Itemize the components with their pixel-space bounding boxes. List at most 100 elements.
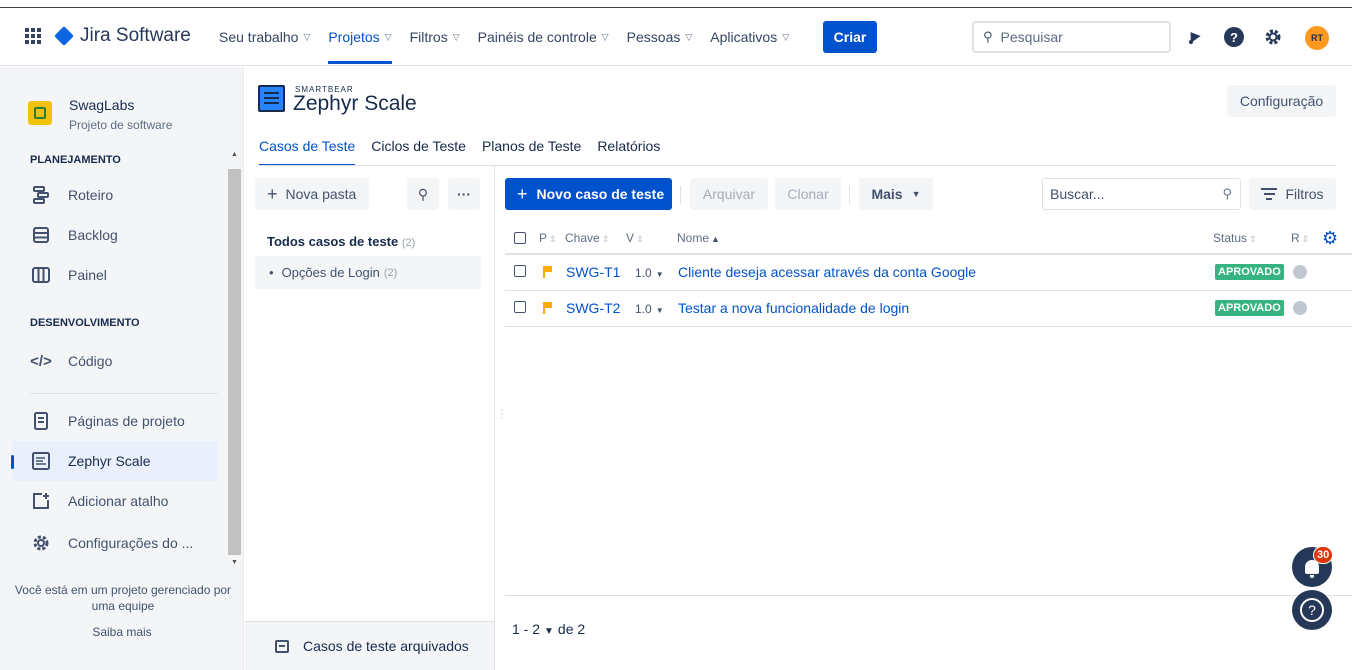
folder-panel: + Nova pasta ⚲ ··· Todos casos de teste … [245, 166, 495, 670]
toolbar-separator [849, 186, 850, 204]
menu-pessoas[interactable]: Pessoas ▽ [627, 8, 693, 66]
project-type: Projeto de software [69, 118, 173, 132]
tab-casos-de-teste[interactable]: Casos de Teste [259, 138, 356, 166]
scroll-down-arrow-icon[interactable]: ▼ [231, 559, 238, 566]
row-key[interactable]: SWG-T1 [566, 264, 620, 280]
roadmap-icon [30, 184, 52, 206]
table-footer-divider [505, 595, 1352, 596]
project-avatar-icon[interactable] [28, 101, 52, 125]
search-placeholder: Pesquisar [1000, 29, 1063, 45]
settings-gear-icon[interactable] [1262, 26, 1284, 48]
plus-icon: + [517, 183, 528, 204]
new-test-case-button[interactable]: + Novo caso de teste [505, 178, 672, 210]
board-icon [30, 264, 52, 286]
folder-item[interactable]: • Opções de Login (2) [255, 256, 481, 289]
folder-root[interactable]: Todos casos de teste (2) [267, 234, 415, 249]
table-row[interactable]: SWG-T1 1.0 ▼ Cliente deseja acessar atrav… [505, 255, 1352, 291]
column-priority[interactable]: P ⇕ [539, 231, 557, 245]
folder-search-button[interactable]: ⚲ [407, 178, 439, 210]
main-menu: Seu trabalho ▽ Projetos ▽ Filtros ▽ Painéis… [219, 8, 807, 66]
menu-aplicativos[interactable]: Aplicativos ▽ [710, 8, 789, 66]
column-name[interactable]: Nome ▲ [677, 231, 720, 245]
sort-icon: ⇕ [1249, 234, 1257, 244]
tab-ciclos-de-teste[interactable]: Ciclos de Teste [371, 138, 466, 166]
new-folder-button[interactable]: + Nova pasta [255, 178, 369, 210]
help-icon[interactable]: ? [1223, 26, 1245, 48]
sidebar-item-label: Roteiro [68, 187, 114, 203]
column-version[interactable]: V ⇕ [626, 231, 644, 245]
chevron-down-icon: ▽ [601, 31, 609, 42]
menu-label: Pessoas [626, 29, 681, 45]
sort-ascending-icon: ▲ [711, 234, 720, 244]
page-range[interactable]: 1 - 2 [512, 621, 540, 637]
jira-logo[interactable]: Jira Software [54, 25, 191, 47]
menu-label: Seu trabalho [219, 29, 299, 45]
folder-root-count: (2) [401, 237, 416, 249]
sidebar-item-label: Adicionar atalho [68, 493, 169, 509]
create-button[interactable]: Criar [823, 21, 877, 53]
panel-resize-handle[interactable]: · · · [500, 405, 504, 424]
test-case-search-input[interactable]: Buscar... ⚲ [1042, 178, 1241, 210]
user-avatar[interactable]: RT [1305, 26, 1329, 50]
menu-filtros[interactable]: Filtros ▽ [410, 8, 460, 66]
column-r[interactable]: R ⇕ [1291, 231, 1309, 245]
tab-relatorios[interactable]: Relatórios [597, 138, 660, 166]
select-all-checkbox[interactable] [514, 232, 526, 244]
row-key[interactable]: SWG-T2 [566, 300, 620, 316]
search-icon: ⚲ [1222, 186, 1232, 201]
page-title: Zephyr Scale [293, 92, 417, 115]
row-name[interactable]: Cliente deseja acessar através da conta … [678, 264, 976, 280]
menu-projetos[interactable]: Projetos ▽ [328, 8, 392, 66]
sidebar-item-codigo[interactable]: </> Código [12, 341, 218, 381]
menu-paineis[interactable]: Painéis de controle ▽ [478, 8, 609, 66]
archived-test-cases-button[interactable]: Casos de teste arquivados [245, 621, 494, 670]
configuration-button[interactable]: Configuração [1227, 85, 1336, 117]
sidebar-item-configuracoes[interactable]: Configurações do ... [12, 523, 218, 563]
bullet-icon: • [269, 265, 274, 280]
sidebar-scrollbar[interactable]: ▲ ▼ [228, 147, 241, 567]
project-name[interactable]: SwagLabs [69, 97, 134, 113]
clone-button[interactable]: Clonar [775, 178, 841, 210]
tab-planos-de-teste[interactable]: Planos de Teste [482, 138, 581, 166]
sidebar-item-zephyr-scale[interactable]: Zephyr Scale [12, 441, 218, 481]
chevron-down-icon: ▽ [384, 31, 392, 42]
scrollbar-thumb[interactable] [228, 169, 241, 555]
global-search-input[interactable]: ⚲ Pesquisar [972, 21, 1171, 53]
row-checkbox[interactable] [514, 301, 526, 313]
row-name[interactable]: Testar a nova funcionalidade de login [678, 300, 909, 316]
more-label: Mais [871, 186, 903, 202]
sidebar-item-adicionar-atalho[interactable]: Adicionar atalho [12, 481, 218, 521]
folder-more-button[interactable]: ··· [448, 178, 480, 210]
filters-button[interactable]: Filtros [1249, 178, 1336, 210]
backlog-icon [30, 224, 52, 246]
row-version[interactable]: 1.0 ▼ [635, 302, 664, 316]
learn-more-link[interactable]: Saiba mais [0, 625, 244, 639]
chevron-down-icon: ▽ [782, 31, 790, 42]
column-settings-gear-icon[interactable]: ⚙ [1322, 229, 1340, 247]
sidebar-item-painel[interactable]: Painel [12, 255, 218, 295]
table-row[interactable]: SWG-T2 1.0 ▼ Testar a nova funcionalidade… [505, 291, 1352, 327]
scroll-up-arrow-icon[interactable]: ▲ [231, 151, 238, 158]
archive-button[interactable]: Arquivar [690, 178, 768, 210]
notifications-bell-icon[interactable] [1183, 26, 1205, 48]
sidebar-item-roteiro[interactable]: Roteiro [12, 175, 218, 215]
row-version[interactable]: 1.0 ▼ [635, 266, 664, 280]
filters-label: Filtros [1285, 186, 1324, 202]
chevron-down-icon[interactable]: ▼ [544, 626, 554, 637]
column-status[interactable]: Status ⇕ [1213, 231, 1257, 245]
sidebar-item-label: Zephyr Scale [68, 453, 151, 469]
team-managed-note: Você está em um projeto gerenciado por u… [14, 583, 232, 613]
add-shortcut-icon [30, 490, 52, 512]
chevron-down-icon: ▽ [303, 31, 311, 42]
row-checkbox[interactable] [514, 265, 526, 277]
more-button[interactable]: Mais ▼ [859, 178, 933, 210]
sidebar-item-paginas[interactable]: Páginas de projeto [12, 401, 218, 441]
app-switcher-icon[interactable] [25, 28, 41, 44]
pages-icon [30, 410, 52, 432]
sidebar-item-backlog[interactable]: Backlog [12, 215, 218, 255]
menu-seu-trabalho[interactable]: Seu trabalho ▽ [219, 8, 310, 66]
help-button[interactable]: ? [1292, 590, 1332, 630]
help-icon: ? [1300, 598, 1324, 622]
column-key[interactable]: Chave ⇕ [565, 231, 609, 245]
table-header: P ⇕ Chave ⇕ V ⇕ Nome ▲ Status ⇕ R ⇕ ⚙ [505, 222, 1352, 255]
